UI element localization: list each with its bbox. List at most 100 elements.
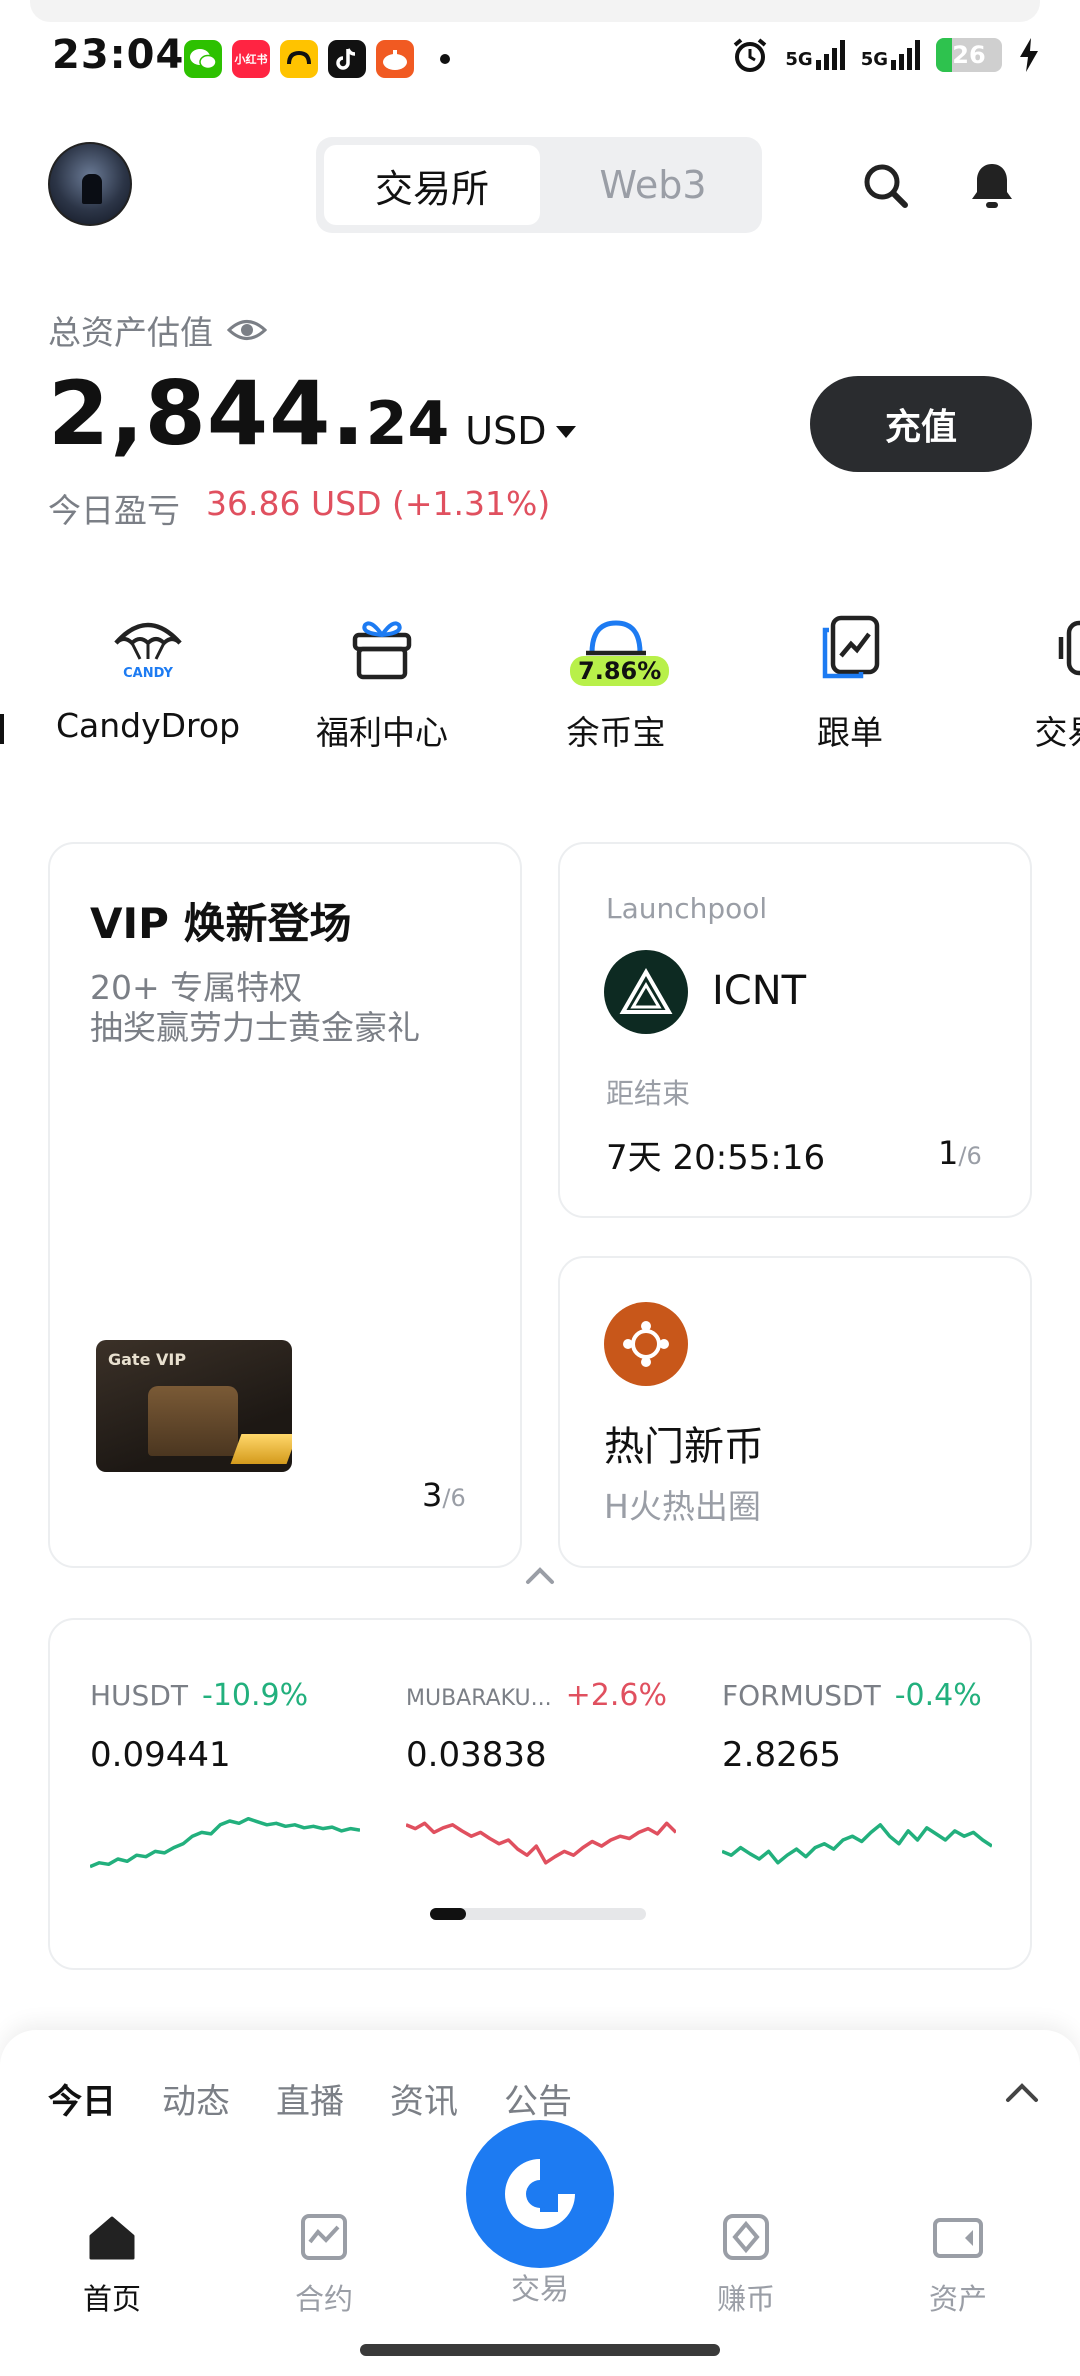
notification-icons: 小红书	[184, 40, 450, 78]
icnt-logo-icon	[604, 950, 688, 1034]
status-bar: 23:04 小红书 5G 5G 26	[0, 0, 1080, 120]
ticker-symbol: HUSDT	[90, 1679, 188, 1712]
sparkline-chart	[90, 1816, 360, 1869]
feed-tabs: 今日 动态 直播 资讯 公告	[48, 2074, 572, 2123]
signal-5g-2: 5G	[861, 40, 920, 70]
alarm-icon	[734, 38, 767, 72]
battery-icon: 26	[936, 38, 1002, 72]
pager-total: /6	[958, 1142, 982, 1170]
home-icon	[89, 2216, 135, 2260]
ticker-price: 0.03838	[406, 1735, 547, 1775]
tab-today[interactable]: 今日	[48, 2074, 116, 2123]
mode-switch: 交易所 Web3	[316, 137, 762, 233]
bottom-sheet: 今日 动态 直播 资讯 公告 首页 合约 交易 赚币 资产	[0, 2030, 1080, 2376]
scroll-edge-mark	[0, 714, 4, 744]
total-assets-label: 总资产估值	[48, 306, 267, 354]
currency-selector[interactable]: USD	[465, 409, 577, 453]
network-label-1: 5G	[785, 49, 813, 70]
ticker-price: 0.09441	[90, 1735, 231, 1775]
nav-label: 赚币	[716, 2282, 775, 2316]
nav-earn[interactable]: 赚币	[666, 2210, 826, 2318]
launchpool-pager: 1/6	[938, 1134, 982, 1172]
hot-title: 热门新币	[604, 1424, 764, 1470]
ticker-symbol: MUBARAKU...	[406, 1686, 552, 1711]
tab-web3[interactable]: Web3	[552, 145, 754, 225]
deposit-button[interactable]: 充值	[810, 376, 1032, 472]
chevron-up-icon[interactable]	[524, 1564, 556, 1586]
tiktok-icon	[328, 40, 366, 78]
tab-live[interactable]: 直播	[276, 2074, 344, 2123]
wechat-icon	[184, 40, 222, 78]
ticker-item[interactable]: HUSDT -10.9% 0.09441	[90, 1678, 360, 1869]
signal-5g-1: 5G	[785, 40, 845, 70]
futures-chart-icon	[301, 2214, 347, 2260]
xiaohongshu-icon: 小红书	[232, 40, 270, 78]
tab-exchange[interactable]: 交易所	[324, 145, 540, 225]
copy-trade-icon	[822, 615, 880, 679]
hot-subtitle: H火热出圈	[604, 1487, 761, 1526]
home-indicator	[360, 2344, 720, 2356]
sparkline-chart	[722, 1823, 992, 1865]
pager-current: 1	[938, 1134, 959, 1172]
shortcut-trading-bot[interactable]: 交易机	[984, 608, 1080, 754]
yield-badge: 7.86%	[570, 656, 670, 686]
shortcut-label: CandyDrop	[55, 706, 241, 745]
shortcut-copy-trading[interactable]: 跟单	[750, 608, 950, 754]
ticker-item[interactable]: FORMUSDT -0.4% 2.8265	[722, 1678, 992, 1865]
nav-assets[interactable]: 资产	[878, 2210, 1038, 2318]
ticker-change: -10.9%	[202, 1678, 309, 1713]
vip-treasure-image: Gate VIP	[96, 1340, 292, 1472]
trade-fab-button[interactable]	[466, 2120, 614, 2268]
bell-icon[interactable]	[964, 158, 1020, 214]
launchpool-token: ICNT	[712, 968, 807, 1014]
search-icon[interactable]	[858, 158, 914, 214]
countdown-value: 7天 20:55:16	[606, 1138, 826, 1178]
launchpool-card[interactable]: Launchpool ICNT 距结束 7天 20:55:16 1/6	[558, 842, 1032, 1218]
car-app-icon	[280, 40, 318, 78]
vip-line-1: 20+ 专属特权	[90, 968, 303, 1007]
nav-label: 首页	[82, 2282, 141, 2316]
caret-down-icon	[556, 426, 577, 438]
gift-icon	[352, 621, 412, 680]
top-shade	[30, 0, 1040, 22]
hot-coin-logo-icon	[604, 1302, 688, 1386]
network-label-2: 5G	[860, 49, 888, 70]
nav-label: 合约	[294, 2282, 353, 2316]
tab-feed[interactable]: 动态	[162, 2074, 230, 2123]
shortcut-welfare-center[interactable]: 福利中心	[282, 608, 482, 754]
shortcut-candydrop[interactable]: CANDY CandyDrop	[48, 608, 248, 745]
tab-news[interactable]: 资讯	[390, 2074, 458, 2123]
sparkline-line	[406, 1821, 676, 1865]
pnl-value: 36.86 USD	[206, 484, 382, 523]
shortcut-label: 交易机	[1034, 713, 1080, 752]
total-assets-text: 总资产估值	[48, 313, 213, 352]
shortcut-yubibao[interactable]: 7.86% 余币宝	[516, 608, 716, 754]
wallet-icon	[933, 2218, 983, 2258]
chevron-up-icon[interactable]	[1004, 2080, 1040, 2104]
vip-subtitle: 20+ 专属特权 抽奖赢劳力士黄金豪礼	[90, 968, 420, 1048]
countdown-label: 距结束	[606, 1077, 691, 1110]
assets-decimal: 24	[365, 389, 450, 459]
ticker-change: +2.6%	[565, 1678, 667, 1713]
nav-home[interactable]: 首页	[32, 2210, 192, 2318]
ticker-item[interactable]: MUBARAKU... +2.6% 0.03838	[406, 1678, 676, 1865]
vip-pager: 3/6	[422, 1476, 466, 1514]
nav-label-trade: 交易	[510, 2272, 569, 2306]
nav-label: 资产	[928, 2282, 987, 2316]
pnl-label: 今日盈亏	[48, 491, 180, 530]
trade-fab-icon	[505, 2159, 575, 2229]
today-pnl: 今日盈亏 36.86 USD (+1.31%)	[48, 484, 550, 532]
vip-title: VIP 焕新登场	[90, 899, 352, 948]
assets-int: 2,844.	[48, 362, 366, 465]
vip-banner-card[interactable]: VIP 焕新登场 20+ 专属特权 抽奖赢劳力士黄金豪礼 Gate VIP 3/…	[48, 842, 522, 1568]
tab-announcements[interactable]: 公告	[504, 2074, 572, 2123]
hot-new-coins-card[interactable]: 热门新币 H火热出圈	[558, 1256, 1032, 1568]
shortcut-label: 福利中心	[316, 713, 448, 752]
user-avatar[interactable]	[48, 142, 132, 226]
launchpool-label: Launchpool	[606, 892, 768, 925]
nav-futures[interactable]: 合约	[244, 2210, 404, 2318]
ticker-change: -0.4%	[894, 1678, 982, 1713]
market-tickers-card[interactable]: HUSDT -10.9% 0.09441 MUBARAKU... +2.6% 0.0…	[48, 1618, 1032, 1970]
ticker-price: 2.8265	[722, 1735, 841, 1775]
eye-icon[interactable]	[227, 317, 267, 343]
